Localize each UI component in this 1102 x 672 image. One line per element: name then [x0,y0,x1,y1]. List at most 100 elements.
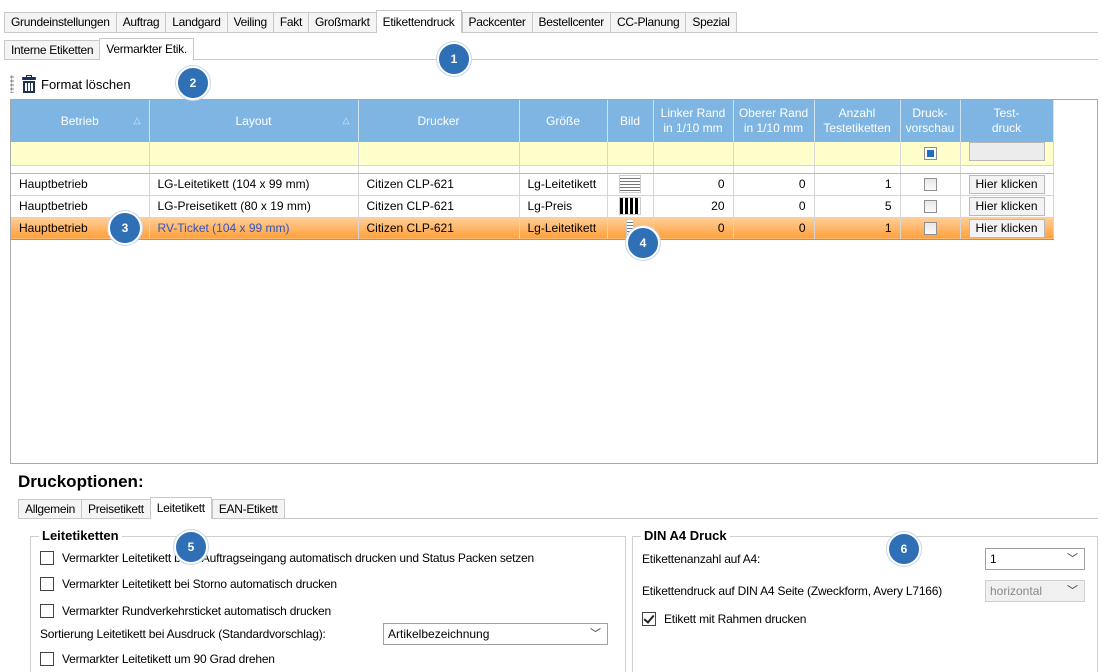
tab-interne-etiketten[interactable]: Interne Etiketten [4,40,100,59]
col-header-oberer-rand[interactable]: Oberer Rand in 1/10 mm [733,100,815,142]
callout-marker-2: 2 [176,66,210,100]
tab-auftrag[interactable]: Auftrag [115,12,166,32]
cell-drucker[interactable]: Citizen CLP-621 [358,217,520,240]
cell-groesse[interactable]: Lg-Preis [519,195,608,218]
label-preview-image [619,175,641,193]
filter-cell[interactable] [733,142,815,166]
col-header-groesse[interactable]: Größe [519,100,608,142]
cell-druckvorschau [900,195,961,218]
callout-marker-3: 3 [108,211,142,245]
col-header-betrieb[interactable]: Betrieb △ [11,100,150,142]
chevron-down-icon: ﹀ [590,628,601,640]
format-delete-button[interactable]: Format löschen [41,77,131,92]
tab-packcenter[interactable]: Packcenter [461,12,532,32]
filter-cell[interactable] [149,142,359,166]
filter-button[interactable] [968,142,1045,162]
cell-drucker[interactable]: Citizen CLP-621 [358,195,520,218]
print-options-title: Druckoptionen: [18,472,144,491]
filter-cell[interactable] [358,142,520,166]
auto-print-order-option[interactable]: Vermarkter Leitetikett beim Auftragseing… [40,551,534,565]
tab-preisetikett[interactable]: Preisetikett [81,499,150,518]
sort-icon: △ [133,115,141,125]
cell-layout[interactable]: LG-Preisetikett (80 x 19 mm) [149,195,359,218]
col-header-drucker[interactable]: Drucker [358,100,520,142]
preview-checkbox[interactable] [923,222,937,236]
tab-allgemein[interactable]: Allgemein [18,499,81,518]
col-header-bild[interactable]: Bild [607,100,654,142]
tab-grossmarkt[interactable]: Großmarkt [308,12,376,32]
filter-cell[interactable] [519,142,608,166]
cell-testdruck: Hier klicken [960,195,1054,218]
cell-groesse[interactable]: Lg-Leitetikett [519,217,608,240]
cell-bild[interactable] [607,173,654,196]
col-header-layout[interactable]: Layout △ [149,100,359,142]
cell-bild[interactable] [607,195,654,218]
filter-cell[interactable] [11,142,150,166]
cell-oberer-rand[interactable]: 0 [733,173,815,196]
cell-linker-rand[interactable]: 0 [653,173,734,196]
auto-print-storno-option[interactable]: Vermarkter Leitetikett bei Storno automa… [40,577,337,591]
preview-checkbox[interactable] [923,200,937,214]
test-print-button[interactable]: Hier klicken [968,218,1045,238]
tab-veiling[interactable]: Veiling [226,12,273,32]
sort-select[interactable]: Artikelbezeichnung ﹀ [383,623,608,645]
options-tab-bar: Allgemein Preisetikett Leitetikett EAN-E… [18,497,1098,519]
table-row[interactable]: Hauptbetrieb LG-Leitetikett (104 x 99 mm… [11,173,1054,196]
tab-bestellcenter[interactable]: Bestellcenter [531,12,611,32]
cell-oberer-rand[interactable]: 0 [733,195,815,218]
rotate-label: Vermarkter Leitetikett um 90 Grad drehen [62,652,275,666]
cell-anzahl[interactable]: 1 [814,217,901,240]
filter-cell[interactable] [653,142,734,166]
toolbar: Format löschen [10,70,131,98]
frame-option[interactable]: Etikett mit Rahmen drucken [642,612,806,626]
tab-ean-etikett[interactable]: EAN-Etikett [211,499,285,518]
preview-checkbox[interactable] [923,178,937,192]
cell-anzahl[interactable]: 5 [814,195,901,218]
auto-print-rv-checkbox[interactable] [40,604,54,618]
toolbar-grip[interactable] [10,75,14,93]
trash-icon[interactable] [22,74,36,93]
filter-cell[interactable] [900,142,961,166]
tab-landgard[interactable]: Landgard [165,12,227,32]
a4-orientation-select[interactable]: horizontal ﹀ [985,580,1085,602]
rotate-checkbox[interactable] [40,652,54,666]
cell-layout[interactable]: RV-Ticket (104 x 99 mm) [149,217,359,240]
cell-druckvorschau [900,217,961,240]
tab-grundeinstellungen[interactable]: Grundeinstellungen [4,12,116,32]
test-print-button[interactable]: Hier klicken [968,196,1045,216]
auto-print-rv-label: Vermarkter Rundverkehrsticket automatisc… [62,604,331,618]
tab-fakt[interactable]: Fakt [272,12,309,32]
cell-groesse[interactable]: Lg-Leitetikett [519,173,608,196]
cell-linker-rand[interactable]: 20 [653,195,734,218]
filter-cell[interactable] [814,142,901,166]
auto-print-storno-checkbox[interactable] [40,577,54,591]
filter-cell [960,142,1054,166]
a4-page-label: Etikettendruck auf DIN A4 Seite (Zweckfo… [642,584,943,598]
cell-drucker[interactable]: Citizen CLP-621 [358,173,520,196]
tab-cc-planung[interactable]: CC-Planung [610,12,686,32]
test-print-button[interactable]: Hier klicken [968,174,1045,194]
filter-checkbox[interactable] [923,147,937,161]
col-header-testdruck[interactable]: Test-druck [960,100,1054,142]
auto-print-rv-option[interactable]: Vermarkter Rundverkehrsticket automatisc… [40,604,331,618]
tab-etikettendruck[interactable]: Etikettendruck [375,10,462,33]
tab-spezial[interactable]: Spezial [685,12,737,32]
table-row-selected[interactable]: Hauptbetrieb RV-Ticket (104 x 99 mm) Cit… [11,217,1054,240]
table-row[interactable]: Hauptbetrieb LG-Preisetikett (80 x 19 mm… [11,195,1054,218]
rotate-option[interactable]: Vermarkter Leitetikett um 90 Grad drehen [40,652,275,666]
frame-label: Etikett mit Rahmen drucken [664,612,807,626]
cell-anzahl[interactable]: 1 [814,173,901,196]
frame-checkbox[interactable] [642,612,656,626]
cell-layout[interactable]: LG-Leitetikett (104 x 99 mm) [149,173,359,196]
col-header-linker-rand[interactable]: Linker Rand in 1/10 mm [653,100,734,142]
tab-vermarkter-etiketten[interactable]: Vermarkter Etik. [99,38,194,60]
col-header-anzahl[interactable]: Anzahl Testetiketten [814,100,901,142]
filter-cell[interactable] [607,142,654,166]
cell-betrieb[interactable]: Hauptbetrieb [11,173,150,196]
col-header-druckvorschau[interactable]: Druck-vorschau [900,100,961,142]
tab-leitetikett[interactable]: Leitetikett [149,497,212,519]
a4-count-select[interactable]: 1 ﹀ [985,548,1085,570]
cell-oberer-rand[interactable]: 0 [733,217,815,240]
auto-print-order-checkbox[interactable] [40,551,54,565]
cell-linker-rand[interactable]: 0 [653,217,734,240]
